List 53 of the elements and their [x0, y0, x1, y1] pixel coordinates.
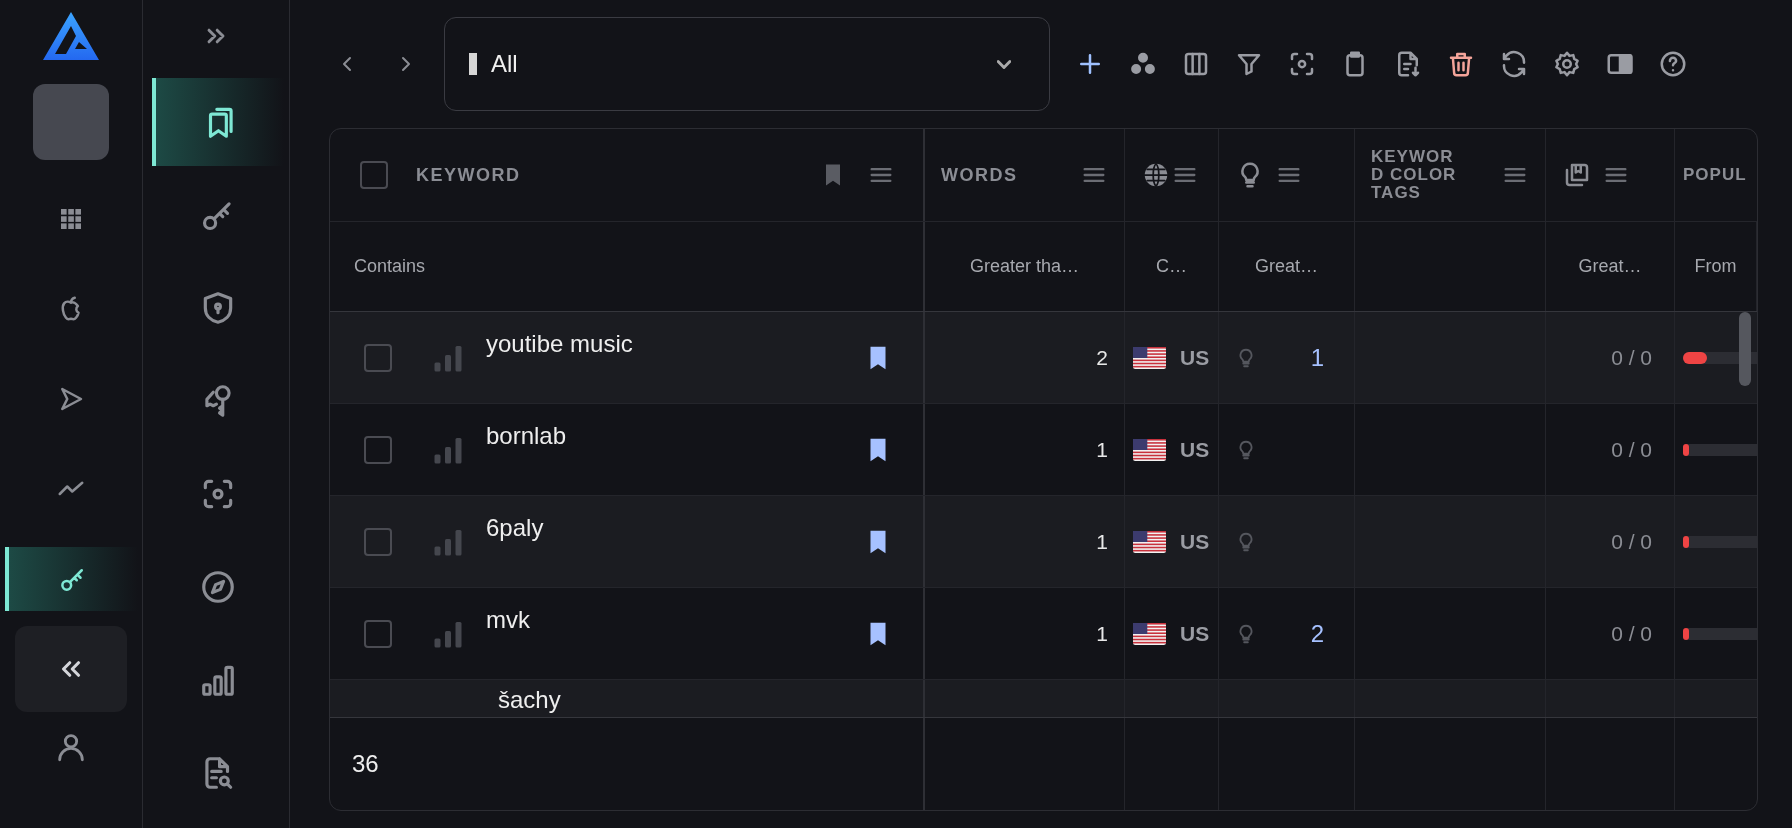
filter-field[interactable]: Greater tha… [969, 253, 1079, 280]
table-row[interactable]: bornlab 1 US 0 / 0 [330, 404, 1757, 496]
flag-icon [1133, 530, 1166, 553]
keyword-cell-text: 6paly [486, 513, 545, 543]
country-code: US [1180, 344, 1210, 371]
table-cell-text: 1 [1096, 620, 1108, 647]
table-row[interactable]: mvk 1 US 2 0 / 0 [330, 588, 1757, 680]
table-row[interactable]: 6paly 1 US 0 / 0 [330, 496, 1757, 588]
table-cell-text: 2 [1310, 618, 1324, 649]
chevron-down-icon [997, 59, 1011, 69]
view-select[interactable]: All [444, 17, 1050, 111]
table-cell-text: 1 [1310, 342, 1324, 373]
checkbox[interactable] [360, 161, 388, 189]
checkbox[interactable] [364, 435, 392, 464]
keyword-cell-text: youtibe music [486, 329, 634, 359]
compass-icon [199, 568, 237, 606]
table-cell-text: 0 / 0 [1611, 436, 1652, 463]
keyword-cell: šachy [498, 686, 561, 714]
country-code: US [1180, 620, 1210, 647]
country-code: US [1180, 436, 1210, 463]
table-cell-text: 0 / 0 [1611, 620, 1652, 647]
column-header[interactable]: KEYWORD COLOR TAGS [1371, 148, 1457, 202]
table-cell-text: 0 / 0 [1611, 344, 1652, 371]
table-cell-text: 0 / 0 [1611, 528, 1652, 555]
flag-icon [1133, 622, 1166, 645]
checkbox[interactable] [364, 527, 392, 556]
table-cell-text: 1 [1096, 436, 1108, 463]
scrollbar-thumb[interactable] [1739, 312, 1751, 386]
view-icon [469, 53, 477, 75]
help-icon [1658, 49, 1688, 79]
filter-field[interactable]: C… [1156, 253, 1187, 280]
view-select-value: All [491, 49, 519, 79]
table-row[interactable]: youtibe music 2 US 1 0 / 0 [330, 312, 1757, 404]
filter-field[interactable]: Great… [1255, 253, 1318, 280]
column-header[interactable]: KEYWORD [416, 161, 819, 189]
flag-icon [1133, 346, 1166, 369]
column-header[interactable]: POPUL [1683, 162, 1747, 188]
settings-icon [1552, 49, 1582, 79]
column-header[interactable]: WORDS [941, 161, 1080, 189]
logo-icon [41, 10, 101, 62]
globe-icon [1141, 160, 1171, 190]
checkbox[interactable] [364, 343, 392, 372]
filter-field[interactable]: Contains [354, 253, 426, 280]
keyword-cell-text: bornlab [486, 421, 568, 451]
table-cell-text: 1 [1096, 528, 1108, 555]
flag-icon [1133, 438, 1166, 461]
row-count: 36 [352, 749, 379, 779]
country-code: US [1180, 528, 1210, 555]
keyword-cell-text: mvk [486, 605, 531, 635]
table-cell-text: 2 [1096, 344, 1108, 371]
checkbox[interactable] [364, 619, 392, 648]
filter-field[interactable]: Great… [1578, 253, 1642, 280]
filter-field[interactable]: From [1694, 253, 1737, 280]
